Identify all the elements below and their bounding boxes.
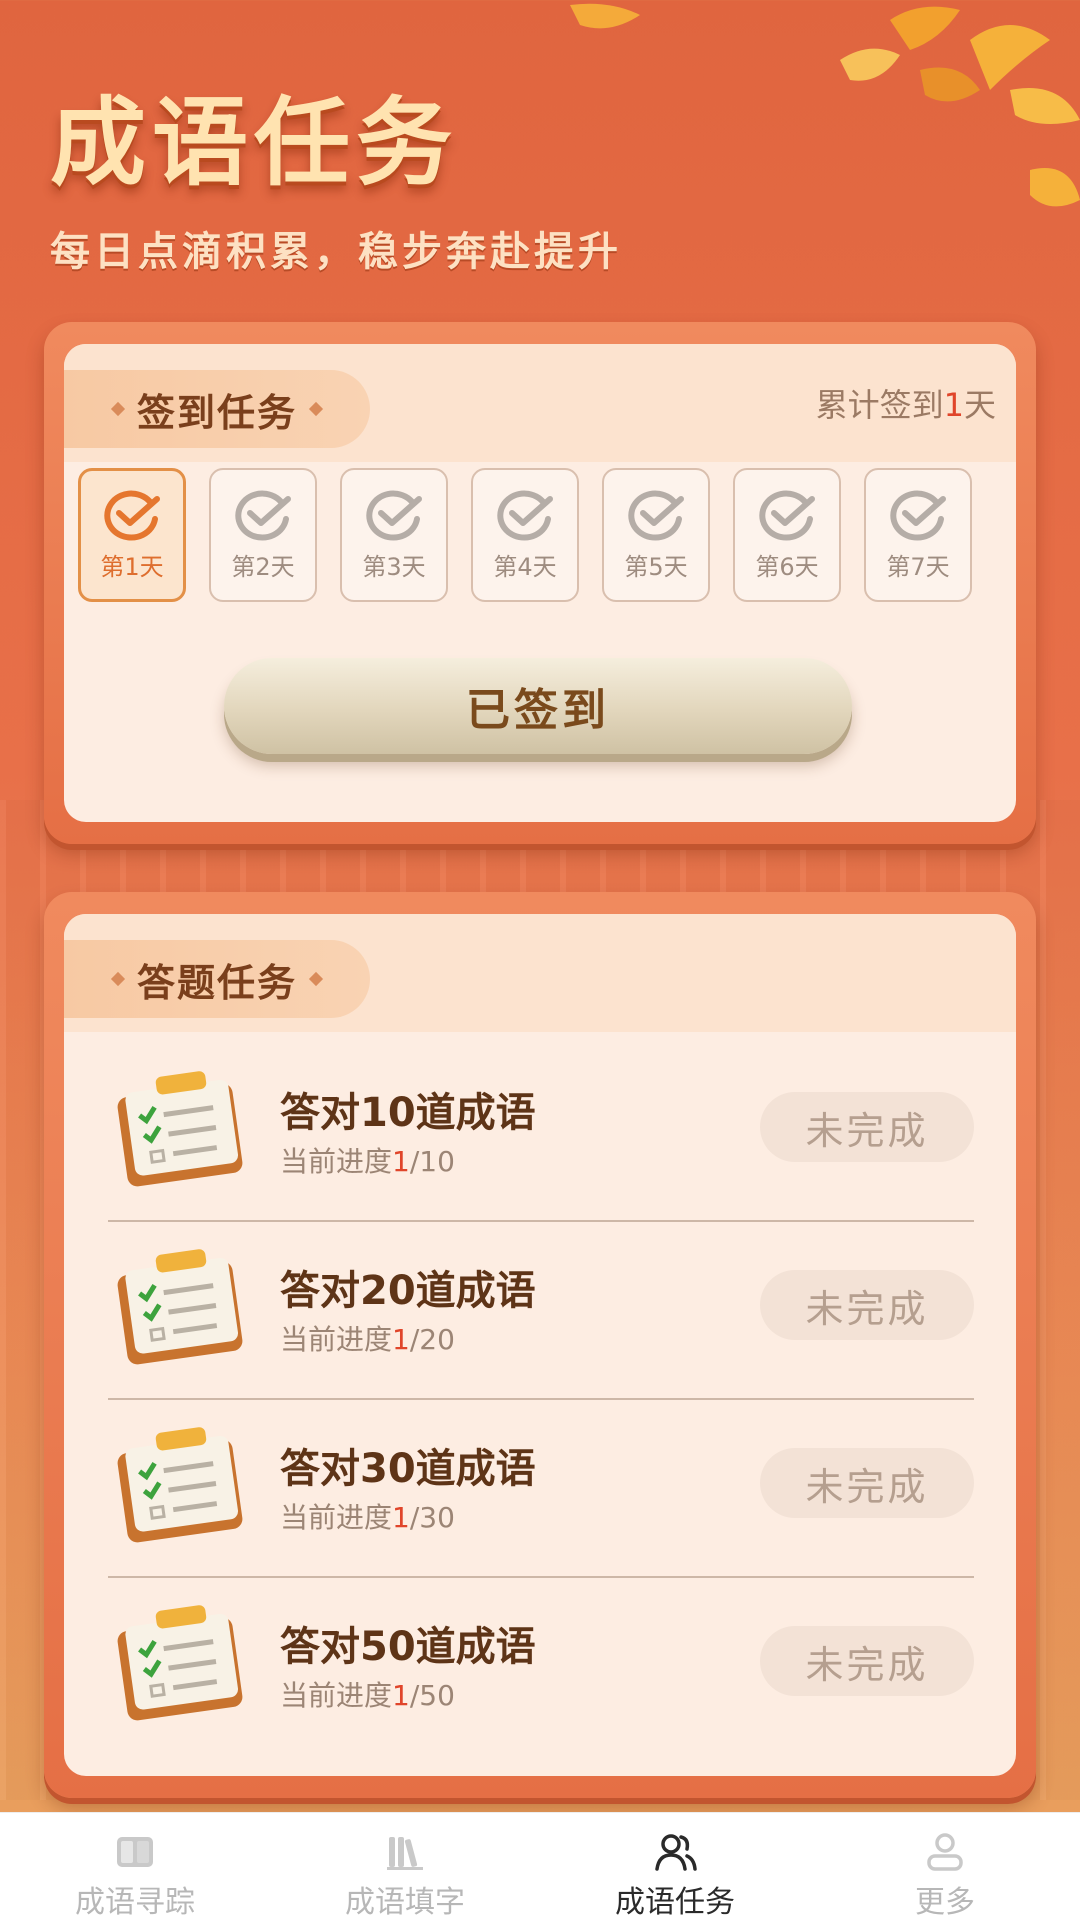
quiz-task-list: 答对10道成语 当前进度1/10 未完成 答对20道成语 当前进度1/20 未完… — [108, 1044, 974, 1754]
bottom-tab-bar: 成语寻踪 成语填字 成语任务 更多 — [0, 1812, 1080, 1921]
quiz-card-body: 答题任务 答对10道成语 当前进度1/10 未完成 答对20道成语 当前进度1/… — [64, 914, 1016, 1776]
signin-days: 第1天 第2天 第3天 第4天 第5天 第6天 第7天 — [78, 468, 972, 602]
task-status-button[interactable]: 未完成 — [760, 1092, 974, 1162]
signin-card-header: 签到任务 累计签到1天 — [64, 344, 1016, 462]
quiz-card-header: 答题任务 — [64, 914, 1016, 1032]
progress-total: /30 — [409, 1501, 455, 1534]
diamond-icon — [308, 971, 324, 987]
check-circle-icon — [104, 490, 160, 540]
signin-total: 累计签到1天 — [816, 380, 996, 426]
task-status-button[interactable]: 未完成 — [760, 1626, 974, 1696]
signin-total-days: 1 — [943, 386, 964, 424]
progress-current: 1 — [392, 1145, 410, 1178]
day-label: 第6天 — [755, 552, 819, 581]
progress-total: /20 — [409, 1323, 455, 1356]
task-title: 答对30道成语 — [280, 1446, 536, 1492]
day-label: 第3天 — [362, 552, 426, 581]
day-6-cell[interactable]: 第6天 — [733, 468, 841, 602]
task-title: 答对50道成语 — [280, 1624, 536, 1670]
title-area: 成语任务 每日点滴积累，稳步奔赴提升 — [50, 95, 622, 277]
day-label: 第2天 — [231, 552, 295, 581]
task-row: 答对20道成语 当前进度1/20 未完成 — [108, 1222, 974, 1400]
tab-label: 更多 — [915, 1885, 975, 1920]
task-row: 答对10道成语 当前进度1/10 未完成 — [108, 1044, 974, 1222]
signin-card: 签到任务 累计签到1天 第1天 第2天 第3天 第4天 第5天 第6天 第7天 … — [44, 322, 1036, 844]
signin-title-ribbon: 签到任务 — [64, 370, 370, 448]
clipboard-checklist-icon — [117, 1605, 243, 1721]
task-status-button[interactable]: 未完成 — [760, 1448, 974, 1518]
ginkgo-leaf-icon — [570, 3, 640, 29]
day-label: 第5天 — [624, 552, 688, 581]
task-title: 答对10道成语 — [280, 1090, 536, 1136]
book-icon — [117, 1837, 153, 1867]
task-status-button[interactable]: 未完成 — [760, 1270, 974, 1340]
tab-label: 成语寻踪 — [75, 1885, 195, 1920]
page-title: 成语任务 — [50, 87, 458, 199]
progress-prefix: 当前进度 — [280, 1323, 393, 1356]
day-label: 第1天 — [100, 552, 164, 581]
quiz-title-ribbon: 答题任务 — [64, 940, 370, 1018]
quiz-title: 答题任务 — [136, 960, 297, 1005]
task-row: 答对50道成语 当前进度1/50 未完成 — [108, 1578, 974, 1754]
users-icon — [655, 1834, 697, 1871]
tab-more[interactable]: 更多 — [810, 1813, 1080, 1921]
day-label: 第4天 — [493, 552, 557, 581]
tab-idiom-tasks[interactable]: 成语任务 — [540, 1813, 810, 1921]
progress-prefix: 当前进度 — [280, 1679, 393, 1712]
progress-current: 1 — [392, 1323, 410, 1356]
day-label: 第7天 — [886, 552, 950, 581]
progress-prefix: 当前进度 — [280, 1145, 393, 1178]
profile-icon — [927, 1833, 963, 1871]
day-2-cell[interactable]: 第2天 — [209, 468, 317, 602]
progress-total: /50 — [409, 1679, 455, 1712]
signed-in-button[interactable]: 已签到 — [224, 658, 852, 754]
check-circle-icon — [628, 490, 684, 540]
day-4-cell[interactable]: 第4天 — [471, 468, 579, 602]
task-progress: 当前进度1/50 — [280, 1674, 455, 1714]
signin-total-suffix: 天 — [963, 386, 996, 424]
task-title: 答对20道成语 — [280, 1268, 536, 1314]
day-7-cell[interactable]: 第7天 — [864, 468, 972, 602]
tab-idiom-fill[interactable]: 成语填字 — [270, 1813, 540, 1921]
check-circle-icon — [366, 490, 422, 540]
clipboard-checklist-icon — [117, 1427, 243, 1543]
progress-current: 1 — [392, 1679, 410, 1712]
day-1-cell[interactable]: 第1天 — [78, 468, 186, 602]
check-circle-icon — [235, 490, 291, 540]
task-progress: 当前进度1/20 — [280, 1318, 455, 1358]
signin-card-body: 签到任务 累计签到1天 第1天 第2天 第3天 第4天 第5天 第6天 第7天 … — [64, 344, 1016, 822]
diamond-icon — [308, 401, 324, 417]
page-subtitle: 每日点滴积累，稳步奔赴提升 — [50, 229, 622, 275]
progress-current: 1 — [392, 1501, 410, 1534]
check-circle-icon — [890, 490, 946, 540]
check-circle-icon — [759, 490, 815, 540]
tab-label: 成语任务 — [615, 1885, 735, 1920]
tab-idiom-trace[interactable]: 成语寻踪 — [0, 1813, 270, 1921]
ginkgo-leaves-decoration — [840, 6, 1080, 207]
diamond-icon — [110, 401, 126, 417]
task-progress: 当前进度1/30 — [280, 1496, 455, 1536]
quiz-task-card: 答题任务 答对10道成语 当前进度1/10 未完成 答对20道成语 当前进度1/… — [44, 892, 1036, 1798]
progress-total: /10 — [409, 1145, 455, 1178]
signin-title: 签到任务 — [136, 390, 297, 435]
tab-label: 成语填字 — [345, 1885, 465, 1920]
check-circle-icon — [497, 490, 553, 540]
clipboard-checklist-icon — [117, 1071, 243, 1187]
progress-prefix: 当前进度 — [280, 1501, 393, 1534]
task-progress: 当前进度1/10 — [280, 1140, 455, 1180]
day-3-cell[interactable]: 第3天 — [340, 468, 448, 602]
signin-total-prefix: 累计签到 — [815, 386, 944, 424]
clipboard-checklist-icon — [117, 1249, 243, 1365]
day-5-cell[interactable]: 第5天 — [602, 468, 710, 602]
diamond-icon — [110, 971, 126, 987]
task-row: 答对30道成语 当前进度1/30 未完成 — [108, 1400, 974, 1578]
library-icon — [387, 1837, 423, 1870]
